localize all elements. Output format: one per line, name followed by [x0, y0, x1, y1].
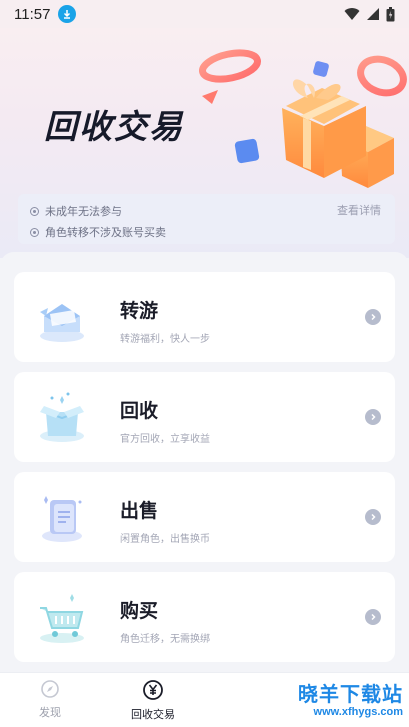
watermark-text: 晓羊下载站 [298, 682, 403, 706]
tab-discover[interactable]: 发现 [10, 679, 90, 725]
download-icon [58, 5, 77, 23]
notice-text: 角色转移不涉及账号买卖 [45, 226, 166, 239]
notice-box: 未成年无法参与 角色转移不涉及账号买卖 查看详情 [18, 194, 395, 244]
open-box-icon [40, 392, 84, 442]
card-title: 转游 [120, 300, 159, 322]
tab-label: 回收交易 [131, 708, 175, 721]
notice-item: 未成年无法参与 [30, 203, 122, 219]
status-time: 11:57 [14, 5, 51, 23]
card-title: 回收 [120, 400, 159, 422]
signal-icon [367, 8, 379, 20]
notice-text: 未成年无法参与 [45, 205, 122, 218]
card-buy[interactable]: 购买 角色迁移，无需换绑 [14, 572, 395, 662]
gift-box-illustration [198, 49, 407, 188]
page-title: 回收交易 [44, 107, 184, 146]
tab-recycle-trade[interactable]: 回收交易 [113, 679, 193, 725]
watermark-url: www.xfhygs.com [313, 706, 403, 718]
card-subtitle: 官方回收，立享收益 [120, 434, 210, 445]
notice-item: 角色转移不涉及账号买卖 [30, 224, 166, 240]
chevron-right-icon [365, 409, 381, 425]
battery-icon [386, 6, 395, 21]
wifi-icon [344, 8, 360, 20]
card-sell[interactable]: 出售 闲置角色，出售换币 [14, 472, 395, 562]
chevron-right-icon [365, 309, 381, 325]
chevron-right-icon [365, 609, 381, 625]
card-subtitle: 转游福利，快人一步 [120, 334, 210, 345]
action-panel: 转游 转游福利，快人一步 回收 官方回收，立享收益 出售 闲置角色，出售换币 购… [0, 252, 409, 672]
watermark: 晓羊下载站 www.xfhygs.com [283, 678, 403, 726]
bullet-icon [30, 206, 39, 216]
view-details-link[interactable]: 查看详情 [337, 202, 381, 218]
chevron-right-icon [365, 509, 381, 525]
discover-icon [41, 680, 59, 698]
card-subtitle: 闲置角色，出售换币 [120, 534, 210, 545]
bullet-icon [30, 227, 39, 237]
card-transfer[interactable]: 转游 转游福利，快人一步 [14, 272, 395, 362]
card-recycle[interactable]: 回收 官方回收，立享收益 [14, 372, 395, 462]
tab-label: 发现 [39, 706, 61, 719]
yen-icon [143, 680, 163, 700]
card-title: 出售 [120, 500, 159, 522]
card-subtitle: 角色迁移，无需换绑 [120, 634, 210, 645]
status-bar: 11:57 [0, 0, 409, 28]
cart-icon [40, 594, 84, 643]
document-icon [42, 496, 82, 542]
envelope-icon [40, 304, 84, 342]
card-title: 购买 [120, 600, 159, 622]
